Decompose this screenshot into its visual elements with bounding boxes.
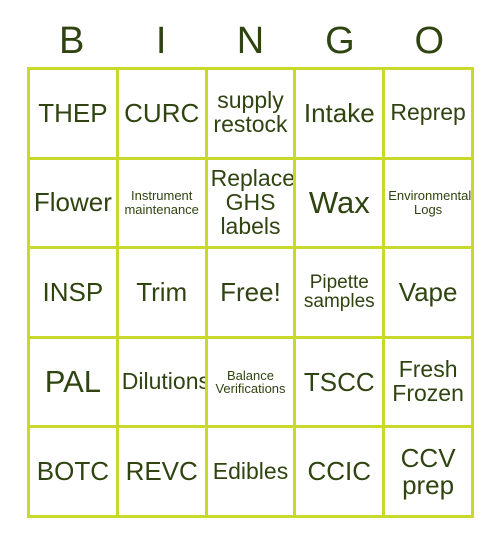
bingo-cell-n4[interactable]: Balance Verifications: [207, 338, 297, 429]
header-letter-o: O: [414, 19, 445, 62]
bingo-cell-n1[interactable]: supply restock: [207, 70, 297, 160]
bingo-cell-n5[interactable]: Edibles: [207, 428, 297, 518]
bingo-cell-o1[interactable]: Reprep: [385, 70, 474, 160]
bingo-cell-label: Dilutions: [121, 368, 208, 395]
bingo-card: B I N G O THEP CURC supply restock Intak…: [0, 0, 501, 544]
bingo-cell-i2[interactable]: Instrument maintenance: [118, 159, 208, 250]
bingo-cell-label: PAL: [44, 363, 102, 399]
bingo-cell-b2[interactable]: Flower: [30, 159, 119, 250]
header-letter-i: I: [155, 19, 167, 62]
bingo-cell-label: TSCC: [303, 366, 375, 397]
bingo-cell-label: BOTC: [36, 456, 110, 487]
bingo-cell-label: Vape: [398, 276, 458, 307]
bingo-cell-label: Edibles: [212, 457, 289, 484]
bingo-cell-b5[interactable]: BOTC: [30, 428, 119, 518]
bingo-cell-label: Trim: [136, 276, 188, 307]
bingo-cell-g3[interactable]: Pipette samples: [296, 249, 386, 339]
bingo-cell-label: Flower: [33, 187, 112, 218]
bingo-cell-g5[interactable]: CCIC: [296, 428, 386, 518]
bingo-cell-i4[interactable]: Dilutions: [118, 338, 208, 429]
bingo-cell-label: Replace GHS labels: [210, 165, 295, 239]
bingo-cell-label: Environmental Logs: [388, 188, 472, 217]
bingo-cell-label: CURC: [124, 97, 200, 128]
bingo-cell-label: Reprep: [390, 99, 466, 126]
bingo-cell-label: THEP: [38, 97, 108, 128]
bingo-cell-b3[interactable]: INSP: [30, 249, 119, 339]
bingo-cell-g4[interactable]: TSCC: [296, 338, 386, 429]
bingo-cell-label: Intake: [303, 97, 375, 128]
bingo-cell-i1[interactable]: CURC: [118, 70, 208, 160]
bingo-cell-g2[interactable]: Wax: [296, 159, 386, 250]
bingo-cell-label: supply restock: [213, 87, 288, 138]
bingo-cell-label: Free!: [220, 276, 281, 307]
bingo-grid: THEP CURC supply restock Intake Reprep F…: [27, 67, 474, 518]
header-letter-b: B: [59, 19, 85, 62]
bingo-cell-label: INSP: [42, 276, 104, 307]
bingo-cell-label: Fresh Frozen: [392, 356, 464, 407]
bingo-cell-o3[interactable]: Vape: [385, 249, 474, 339]
bingo-cell-free-space[interactable]: Free!: [207, 249, 297, 339]
bingo-header-row: B I N G O: [27, 14, 474, 67]
bingo-cell-o4[interactable]: Fresh Frozen: [385, 338, 474, 429]
bingo-cell-o2[interactable]: Environmental Logs: [385, 159, 474, 250]
bingo-cell-label: Pipette samples: [303, 271, 375, 313]
bingo-cell-n2[interactable]: Replace GHS labels: [207, 159, 297, 250]
bingo-cell-o5[interactable]: CCV prep: [385, 428, 474, 518]
header-letter-g: G: [325, 19, 355, 62]
bingo-cell-i3[interactable]: Trim: [118, 249, 208, 339]
bingo-cell-label: Balance Verifications: [215, 367, 286, 397]
bingo-cell-b4[interactable]: PAL: [30, 338, 119, 429]
bingo-cell-b1[interactable]: THEP: [30, 70, 119, 160]
bingo-cell-i5[interactable]: REVC: [118, 428, 208, 518]
bingo-cell-label: CCIC: [307, 456, 372, 487]
bingo-cell-label: CCV prep: [400, 442, 456, 500]
bingo-cell-label: REVC: [125, 456, 198, 487]
bingo-cell-label: Instrument maintenance: [124, 188, 199, 217]
header-letter-n: N: [236, 19, 265, 62]
bingo-cell-g1[interactable]: Intake: [296, 70, 386, 160]
bingo-cell-label: Wax: [308, 184, 370, 220]
